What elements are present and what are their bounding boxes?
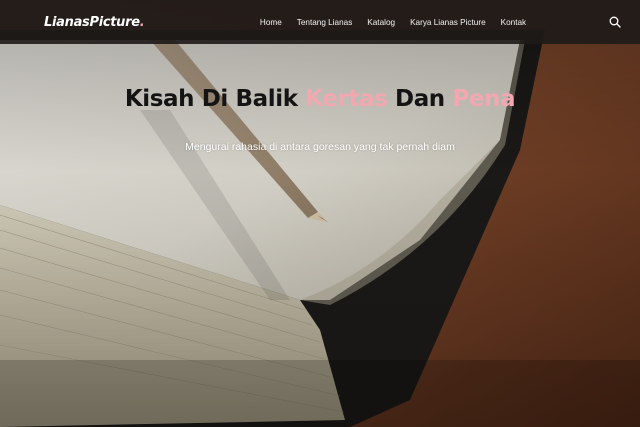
hero-title-part: Kisah Di Balik	[124, 86, 306, 112]
hero-overlay	[0, 0, 640, 427]
site-logo[interactable]: LianasPicture.	[44, 14, 145, 30]
nav-item-tentang-lianas[interactable]: Tentang Lianas	[289, 18, 360, 27]
hero-title-accent-pena: Pena	[452, 86, 516, 112]
nav-item-katalog[interactable]: Katalog	[360, 18, 403, 27]
hero-subtitle: Mengurai rahasia di antara goresan yang …	[185, 141, 455, 153]
nav-item-home[interactable]: Home	[252, 18, 289, 27]
nav-item-kontak[interactable]: Kontak	[493, 18, 534, 27]
search-icon	[609, 16, 621, 28]
page: LianasPicture. Home Tentang Lianas Katal…	[0, 0, 640, 427]
search-button[interactable]	[608, 15, 622, 29]
nav-item-karya-lianas-picture[interactable]: Karya Lianas Picture	[403, 18, 494, 27]
site-logo-text: LianasPicture	[44, 14, 140, 30]
site-logo-dot: .	[139, 14, 145, 30]
main-nav: Home Tentang Lianas Katalog Karya Lianas…	[252, 18, 533, 27]
hero-title: Kisah Di Balik Kertas Dan Pena	[0, 86, 640, 112]
site-header: LianasPicture. Home Tentang Lianas Katal…	[0, 0, 640, 44]
hero-title-part: Dan	[387, 86, 453, 112]
hero-title-accent-kertas: Kertas	[305, 86, 388, 112]
